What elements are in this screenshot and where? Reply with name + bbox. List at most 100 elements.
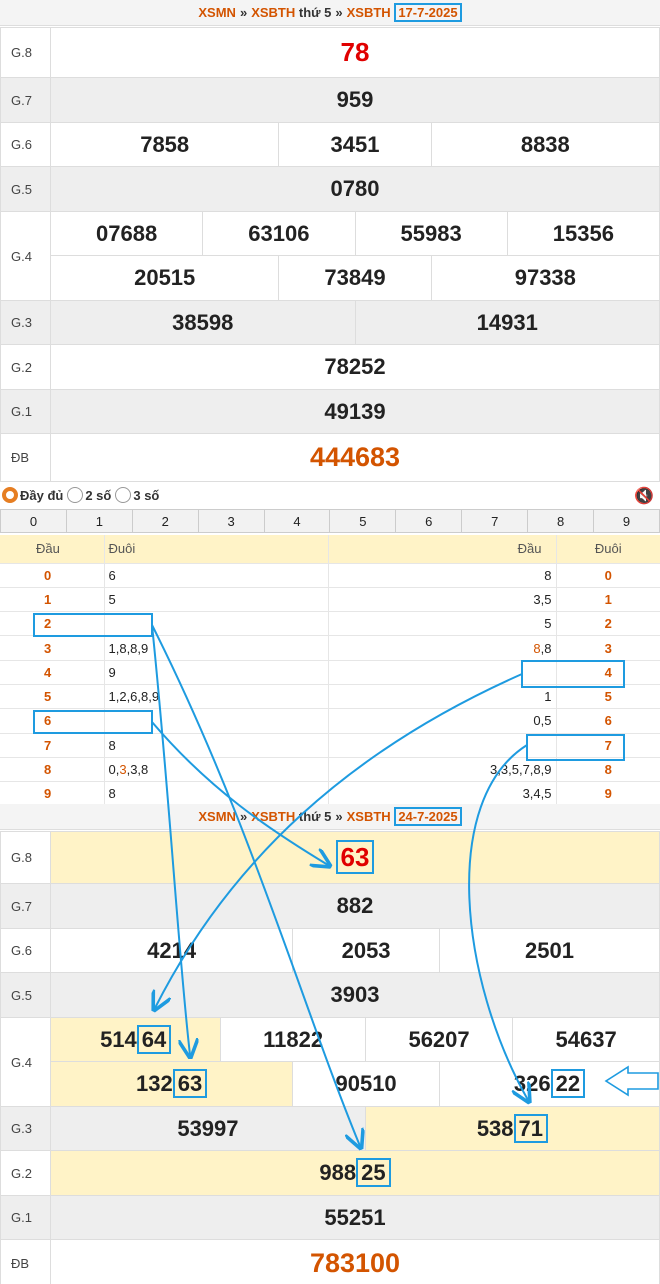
- draw-date-link[interactable]: 24-7-2025: [394, 807, 462, 826]
- prize-g4: 132 63: [136, 1069, 208, 1098]
- prize-g2: 78252: [324, 354, 386, 379]
- head-values: 8: [327, 563, 556, 588]
- xsmn-link[interactable]: XSMN: [198, 809, 236, 824]
- prize-label: G.2: [0, 1150, 51, 1196]
- prize-g7: 959: [336, 87, 374, 112]
- display-options: Đầy đủ 2 số 3 số 🔇: [0, 482, 660, 508]
- prize-g2: 988 25: [319, 1158, 391, 1187]
- head-digit: 3: [0, 635, 104, 661]
- col-tail-label: Đuôi: [103, 535, 328, 564]
- prize-g8: 78: [340, 37, 370, 67]
- prize-special: 444683: [309, 442, 401, 472]
- prize-label: G.5: [0, 972, 51, 1018]
- head-digit: 4: [0, 660, 104, 685]
- option-full-label: Đầy đủ: [20, 487, 64, 503]
- prize-label: G.7: [0, 883, 51, 929]
- radio-selected-icon[interactable]: [2, 487, 18, 503]
- prize-g6: 3451: [330, 131, 380, 157]
- head-tail-row: 1 5 3,5 1: [0, 587, 660, 613]
- digit-filter-0[interactable]: 0: [0, 509, 67, 533]
- prize-g4: 07688: [96, 220, 158, 246]
- prize-g4: 11822: [263, 1026, 324, 1052]
- digit-filter-7[interactable]: 7: [461, 509, 529, 533]
- tail-values: 5: [103, 587, 328, 613]
- prize-label: G.8: [0, 27, 51, 78]
- prize-g5: 0780: [330, 176, 380, 201]
- head-values: 0,5: [327, 708, 556, 734]
- xsbth-link[interactable]: XSBTH: [251, 809, 295, 824]
- tail-digit: 4: [555, 660, 660, 685]
- head-tail-row: 252: [0, 611, 660, 637]
- option-3-digits[interactable]: 3 số: [115, 487, 159, 503]
- prize-g4: 97338: [514, 265, 576, 290]
- prize-g6: 7858: [140, 131, 190, 157]
- head-values: 8,8: [327, 635, 556, 661]
- prize-g6: 2501: [524, 937, 574, 963]
- prize-label: G.3: [0, 1106, 51, 1151]
- tail-digit: 3: [555, 635, 660, 661]
- prize-g6: 2053: [341, 937, 391, 963]
- head-values: 3,3,5,7,8,9: [327, 757, 556, 783]
- tail-values: [103, 708, 328, 734]
- tail-digit: 8: [555, 757, 660, 783]
- tail-values: [103, 611, 328, 637]
- draw2-results-table: G.8 63 G.7 882 G.6 4214 2053 2501 G.5 3903 …: [0, 831, 660, 1284]
- tail-digit: 9: [555, 781, 660, 807]
- prize-g4: 326 22: [514, 1069, 586, 1098]
- xsbth-link[interactable]: XSBTH: [251, 5, 295, 20]
- prize-g6: 8838: [520, 131, 570, 157]
- prize-label: G.6: [0, 122, 51, 167]
- weekday-label: thứ 5: [298, 5, 332, 20]
- prize-g4: 73849: [324, 265, 386, 290]
- draw1-header: XSMN» XSBTH thứ 5» XSBTH 17-7-2025: [0, 0, 660, 26]
- digit-filter-8[interactable]: 8: [527, 509, 595, 533]
- col-head-label-2: Đầu: [327, 535, 556, 564]
- prize-label: G.8: [0, 831, 51, 884]
- head-tail-row: 787: [0, 733, 660, 758]
- prize-label: G.5: [0, 166, 51, 212]
- option-full[interactable]: Đầy đủ: [2, 487, 63, 503]
- xsbth-link-2[interactable]: XSBTH: [347, 809, 391, 824]
- tail-values: 8: [103, 781, 328, 807]
- digit-filter-5[interactable]: 5: [329, 509, 397, 533]
- tail-digit: 5: [555, 684, 660, 710]
- prize-label: G.4: [0, 1017, 51, 1107]
- head-digit: 8: [0, 757, 104, 783]
- radio-icon[interactable]: [115, 487, 132, 503]
- prize-g1: 49139: [324, 398, 386, 424]
- prize-g3: 14931: [476, 309, 538, 335]
- prize-g4: 63106: [248, 220, 310, 246]
- prize-g3: 538 71: [477, 1113, 549, 1143]
- prize-g4: 90510: [335, 1071, 397, 1096]
- radio-icon[interactable]: [67, 487, 84, 503]
- head-digit: 9: [0, 781, 104, 807]
- xsbth-link-2[interactable]: XSBTH: [347, 5, 391, 20]
- prize-g4: 55983: [400, 220, 462, 246]
- head-digit: 1: [0, 587, 104, 613]
- prize-g7: 882: [336, 893, 374, 918]
- digit-filter-3[interactable]: 3: [197, 509, 265, 533]
- draw-date-link[interactable]: 17-7-2025: [394, 3, 462, 22]
- digit-filter-6[interactable]: 6: [395, 509, 463, 533]
- prize-g8: 63: [335, 840, 375, 874]
- tail-digit: 1: [555, 587, 660, 613]
- digit-filter-9[interactable]: 9: [593, 509, 660, 533]
- prize-g5: 3903: [330, 982, 380, 1007]
- tail-values: 6: [103, 563, 328, 588]
- head-values: 3,4,5: [327, 781, 556, 807]
- digit-filter-1[interactable]: 1: [65, 509, 133, 533]
- option-2-label: 2 số: [85, 487, 112, 503]
- option-2-digits[interactable]: 2 số: [67, 487, 111, 503]
- prize-label: G.3: [0, 300, 51, 345]
- head-values: 5: [327, 611, 556, 637]
- head-tail-row: 6 0,5 6: [0, 708, 660, 734]
- head-tail-row: 0680: [0, 563, 660, 588]
- mute-icon[interactable]: 🔇: [634, 486, 654, 506]
- tail-values: 9: [103, 660, 328, 685]
- digit-filter-2[interactable]: 2: [131, 509, 199, 533]
- digit-filter-4[interactable]: 4: [263, 509, 331, 533]
- tail-values: 1,2,6,8,9: [103, 684, 328, 710]
- xsmn-link[interactable]: XSMN: [198, 5, 236, 20]
- prize-label: ĐB: [0, 433, 51, 482]
- prize-label: ĐB: [0, 1239, 51, 1284]
